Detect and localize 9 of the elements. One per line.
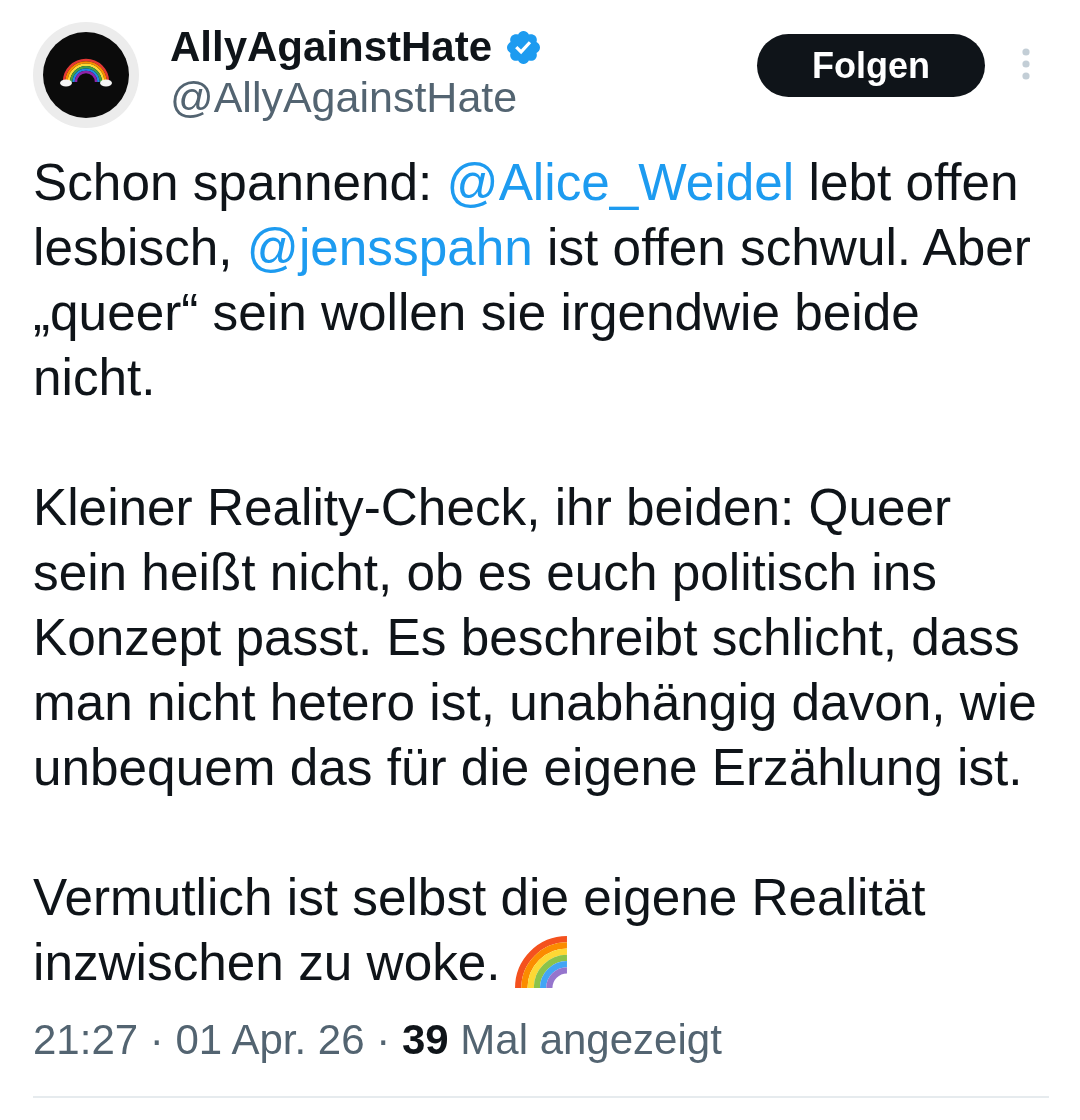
follow-button[interactable]: Folgen	[757, 34, 985, 97]
tweet-text: Kleiner Reality-Check, ihr beiden: Queer sein heißt nicht, ob es euch politisch ins Konzept passt. Es beschreibt schlicht, dass man nicht hetero ist, unabhängig davon, wie unbequem das für die eigene Erzählung ist.	[33, 478, 1038, 798]
tweet-text: Vermutlich ist selbst die eigene Realität inzwischen zu woke.	[33, 868, 927, 993]
author-handle[interactable]: @AllyAgainstHate	[170, 72, 518, 122]
rainbow-icon	[514, 934, 567, 988]
avatar-drawing[interactable]	[33, 22, 139, 128]
tweet-meta: 21:27 · 01 Apr. 26 · 39 Mal angezeigt	[33, 1015, 723, 1065]
tweet-text: Schon spannend: @Alice_Weidel lebt offen lesbisch, @jensspahn ist offen schwul. Aber „queer“ sein wollen sie irgendwie beide nicht.	[33, 153, 1032, 408]
author-name[interactable]: AllyAgainstHate	[170, 22, 493, 72]
